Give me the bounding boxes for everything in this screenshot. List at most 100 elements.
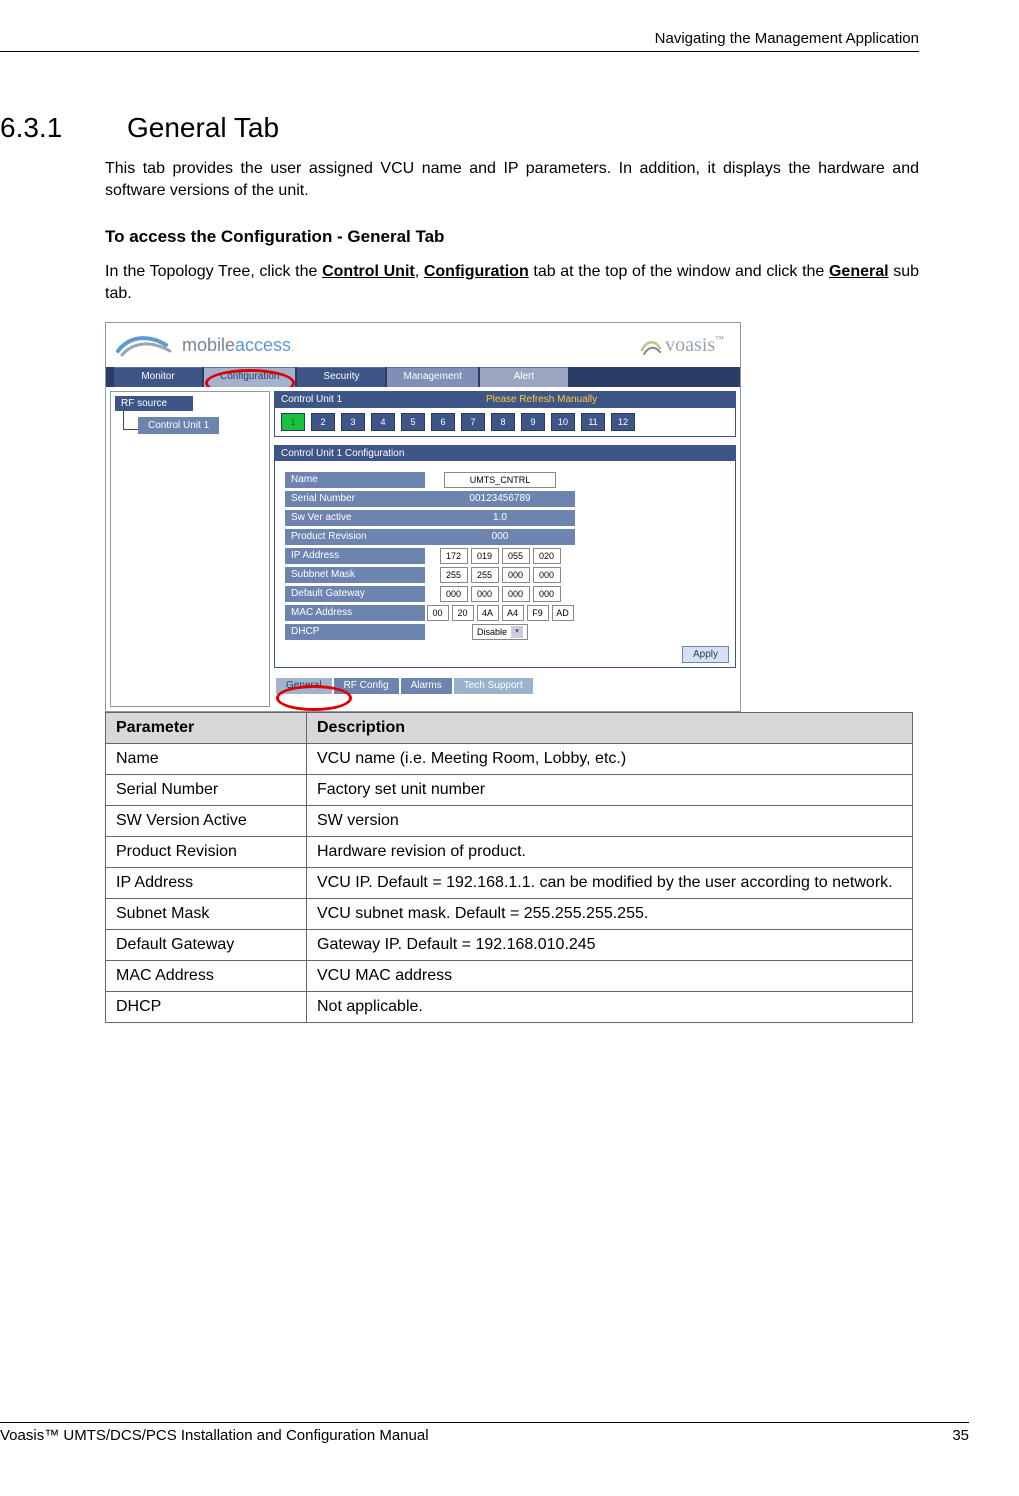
- dhcp-select[interactable]: Disable▾: [472, 624, 528, 640]
- parameter-cell: Subnet Mask: [106, 898, 307, 929]
- tree-connector: [123, 411, 138, 430]
- tab-management[interactable]: Management: [387, 367, 477, 387]
- config-row-label: Name: [285, 472, 425, 488]
- page-footer: Voasis™ UMTS/DCS/PCS Installation and Co…: [0, 1422, 969, 1444]
- ip-octet-input[interactable]: 255: [471, 567, 499, 583]
- description-cell: Hardware revision of product.: [307, 836, 913, 867]
- config-row: Product Revision000: [285, 528, 725, 546]
- description-cell: Gateway IP. Default = 192.168.010.245: [307, 929, 913, 960]
- mac-octet-input[interactable]: F9: [527, 605, 549, 621]
- port-11[interactable]: 11: [581, 413, 605, 431]
- parameter-table: Parameter Description NameVCU name (i.e.…: [105, 712, 913, 1023]
- ip-octet-input[interactable]: 000: [502, 567, 530, 583]
- config-value-readonly: 000: [425, 529, 575, 545]
- parameter-cell: MAC Address: [106, 960, 307, 991]
- name-input[interactable]: UMTS_CNTRL: [444, 472, 556, 488]
- swoosh-icon: [116, 331, 176, 361]
- ip-octet-input[interactable]: 019: [471, 548, 499, 564]
- config-row-label: Sw Ver active: [285, 510, 425, 526]
- ip-octet-input[interactable]: 172: [440, 548, 468, 564]
- mobileaccess-logo-text: mobileaccess.: [182, 335, 294, 356]
- section-number: 6.3.1: [0, 112, 95, 144]
- config-row: Name UMTS_CNTRL: [285, 471, 725, 489]
- description-cell: VCU name (i.e. Meeting Room, Lobby, etc.…: [307, 743, 913, 774]
- unit-title: Control Unit 1: [275, 394, 348, 405]
- table-row: MAC AddressVCU MAC address: [106, 960, 913, 991]
- ip-octet-input[interactable]: 000: [440, 586, 468, 602]
- tab-monitor[interactable]: Monitor: [114, 367, 202, 387]
- ip-octet-input[interactable]: 055: [502, 548, 530, 564]
- mac-octet-input[interactable]: 4A: [477, 605, 499, 621]
- config-row-label: DHCP: [285, 624, 425, 640]
- tab-configuration[interactable]: Configuration: [204, 367, 295, 387]
- footer-title: Voasis™ UMTS/DCS/PCS Installation and Co…: [0, 1427, 429, 1444]
- ip-octet-input[interactable]: 020: [533, 548, 561, 564]
- text-fragment: In the Topology Tree, click the: [105, 263, 322, 280]
- table-header-description: Description: [307, 712, 913, 743]
- ip-octet-input[interactable]: 000: [471, 586, 499, 602]
- description-cell: SW version: [307, 805, 913, 836]
- config-row: MAC Address00204AA4F9AD: [285, 604, 725, 622]
- parameter-cell: SW Version Active: [106, 805, 307, 836]
- tree-root-rf-source[interactable]: RF source: [115, 396, 193, 411]
- ip-octet-input[interactable]: 255: [440, 567, 468, 583]
- port-2[interactable]: 2: [311, 413, 335, 431]
- config-row-label: Default Gateway: [285, 586, 425, 602]
- parameter-cell: Default Gateway: [106, 929, 307, 960]
- parameter-cell: Serial Number: [106, 774, 307, 805]
- description-cell: Not applicable.: [307, 991, 913, 1022]
- tab-security[interactable]: Security: [297, 367, 385, 387]
- apply-button[interactable]: Apply: [682, 646, 729, 663]
- port-5[interactable]: 5: [401, 413, 425, 431]
- sub-tab-rf-config[interactable]: RF Config: [334, 678, 399, 694]
- section-title: General Tab: [127, 112, 279, 144]
- port-10[interactable]: 10: [551, 413, 575, 431]
- table-row: Default GatewayGateway IP. Default = 192…: [106, 929, 913, 960]
- chevron-down-icon: ▾: [511, 626, 523, 638]
- running-header: Navigating the Management Application: [0, 30, 969, 47]
- table-header-parameter: Parameter: [106, 712, 307, 743]
- config-title: Control Unit 1 Configuration: [275, 446, 735, 461]
- table-row: Serial NumberFactory set unit number: [106, 774, 913, 805]
- section-heading: 6.3.1 General Tab: [0, 112, 919, 144]
- port-9[interactable]: 9: [521, 413, 545, 431]
- config-box: Control Unit 1 Configuration Name UMTS_CN…: [274, 445, 736, 668]
- intro-paragraph: This tab provides the user assigned VCU …: [105, 158, 919, 203]
- parameter-cell: IP Address: [106, 867, 307, 898]
- mac-octet-input[interactable]: 00: [427, 605, 449, 621]
- voasis-logo: voasis™: [639, 334, 724, 358]
- parameter-cell: Product Revision: [106, 836, 307, 867]
- tab-alert[interactable]: Alert: [480, 367, 568, 387]
- port-12[interactable]: 12: [611, 413, 635, 431]
- sub-tab-alarms[interactable]: Alarms: [401, 678, 452, 694]
- sub-tab-general[interactable]: General: [276, 678, 332, 694]
- footer-page-number: 35: [952, 1427, 969, 1444]
- port-8[interactable]: 8: [491, 413, 515, 431]
- app-header: mobileaccess. voasis™: [106, 323, 740, 367]
- sub-tabs: General RF Config Alarms Tech Support: [274, 676, 736, 694]
- table-row: NameVCU name (i.e. Meeting Room, Lobby, …: [106, 743, 913, 774]
- config-row-label: Serial Number: [285, 491, 425, 507]
- port-4[interactable]: 4: [371, 413, 395, 431]
- access-heading: To access the Configuration - General Ta…: [105, 227, 919, 247]
- sub-tab-tech-support[interactable]: Tech Support: [454, 678, 533, 694]
- port-1[interactable]: 1: [281, 413, 305, 431]
- mac-octet-input[interactable]: AD: [552, 605, 574, 621]
- config-row: Sw Ver active1.0: [285, 509, 725, 527]
- port-6[interactable]: 6: [431, 413, 455, 431]
- mac-octet-input[interactable]: 20: [452, 605, 474, 621]
- ip-octet-input[interactable]: 000: [502, 586, 530, 602]
- text-fragment: tab at the top of the window and click t…: [529, 263, 829, 280]
- mac-octet-input[interactable]: A4: [502, 605, 524, 621]
- main-pane: Control Unit 1 Please Refresh Manually 1…: [274, 391, 736, 707]
- access-instruction: In the Topology Tree, click the Control …: [105, 261, 919, 306]
- tree-child-control-unit-1[interactable]: Control Unit 1: [138, 417, 219, 434]
- app-screenshot: mobileaccess. voasis™ Monitor Configurat…: [105, 322, 741, 712]
- ip-octet-input[interactable]: 000: [533, 586, 561, 602]
- port-3[interactable]: 3: [341, 413, 365, 431]
- ports-row: 123456789101112: [275, 408, 735, 436]
- config-row: Serial Number00123456789: [285, 490, 725, 508]
- port-7[interactable]: 7: [461, 413, 485, 431]
- parameter-cell: DHCP: [106, 991, 307, 1022]
- ip-octet-input[interactable]: 000: [533, 567, 561, 583]
